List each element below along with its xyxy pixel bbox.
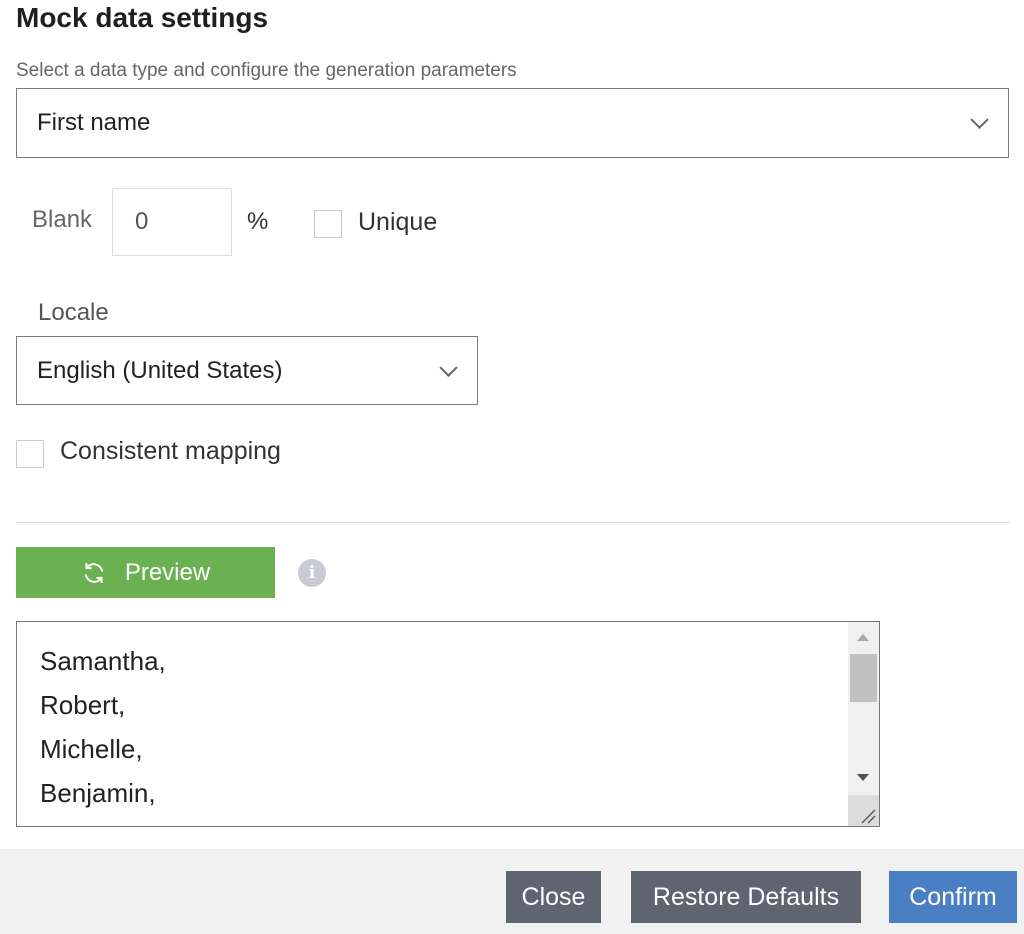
scroll-up-arrow-icon[interactable] bbox=[857, 634, 869, 641]
percent-unit: % bbox=[247, 208, 269, 235]
preview-button-label: Preview bbox=[124, 558, 211, 586]
info-icon[interactable]: i bbox=[298, 559, 326, 587]
consistent-mapping-checkbox[interactable] bbox=[16, 440, 44, 468]
unique-label[interactable]: Unique bbox=[358, 208, 437, 237]
unique-checkbox[interactable] bbox=[314, 210, 342, 238]
locale-select[interactable]: English (United States) bbox=[16, 336, 478, 405]
close-button[interactable]: Close bbox=[506, 871, 601, 923]
preview-lines: Samantha, Robert, Michelle, Benjamin, bbox=[40, 639, 166, 815]
blank-label: Blank bbox=[32, 206, 93, 233]
dialog-title: Mock data settings bbox=[16, 2, 269, 33]
preview-line: Samantha, bbox=[40, 646, 166, 676]
scrollbar-thumb[interactable] bbox=[850, 654, 877, 702]
refresh-icon bbox=[84, 562, 103, 583]
divider bbox=[16, 522, 1010, 523]
restore-defaults-button[interactable]: Restore Defaults bbox=[631, 871, 861, 923]
resize-grip-icon[interactable] bbox=[848, 795, 879, 826]
preview-button[interactable]: Preview bbox=[16, 547, 275, 598]
data-type-select[interactable]: First name bbox=[16, 88, 1009, 158]
scroll-down-arrow-icon[interactable] bbox=[857, 774, 869, 781]
locale-label: Locale bbox=[38, 299, 109, 326]
consistent-mapping-label[interactable]: Consistent mapping bbox=[60, 437, 281, 466]
chevron-down-icon bbox=[970, 110, 989, 129]
chevron-down-icon bbox=[439, 358, 458, 377]
locale-value: English (United States) bbox=[37, 356, 283, 384]
blank-percent-input[interactable] bbox=[112, 188, 232, 256]
dialog-subtitle: Select a data type and configure the gen… bbox=[16, 60, 517, 81]
dialog-footer: Close Restore Defaults Confirm bbox=[0, 849, 1024, 934]
preview-line: Benjamin, bbox=[40, 778, 156, 808]
preview-line: Michelle, bbox=[40, 734, 143, 764]
preview-textarea[interactable]: Samantha, Robert, Michelle, Benjamin, bbox=[16, 621, 880, 827]
preview-line: Robert, bbox=[40, 690, 126, 720]
confirm-button[interactable]: Confirm bbox=[889, 871, 1017, 923]
data-type-value: First name bbox=[37, 109, 151, 136]
scrollbar[interactable] bbox=[848, 622, 879, 826]
